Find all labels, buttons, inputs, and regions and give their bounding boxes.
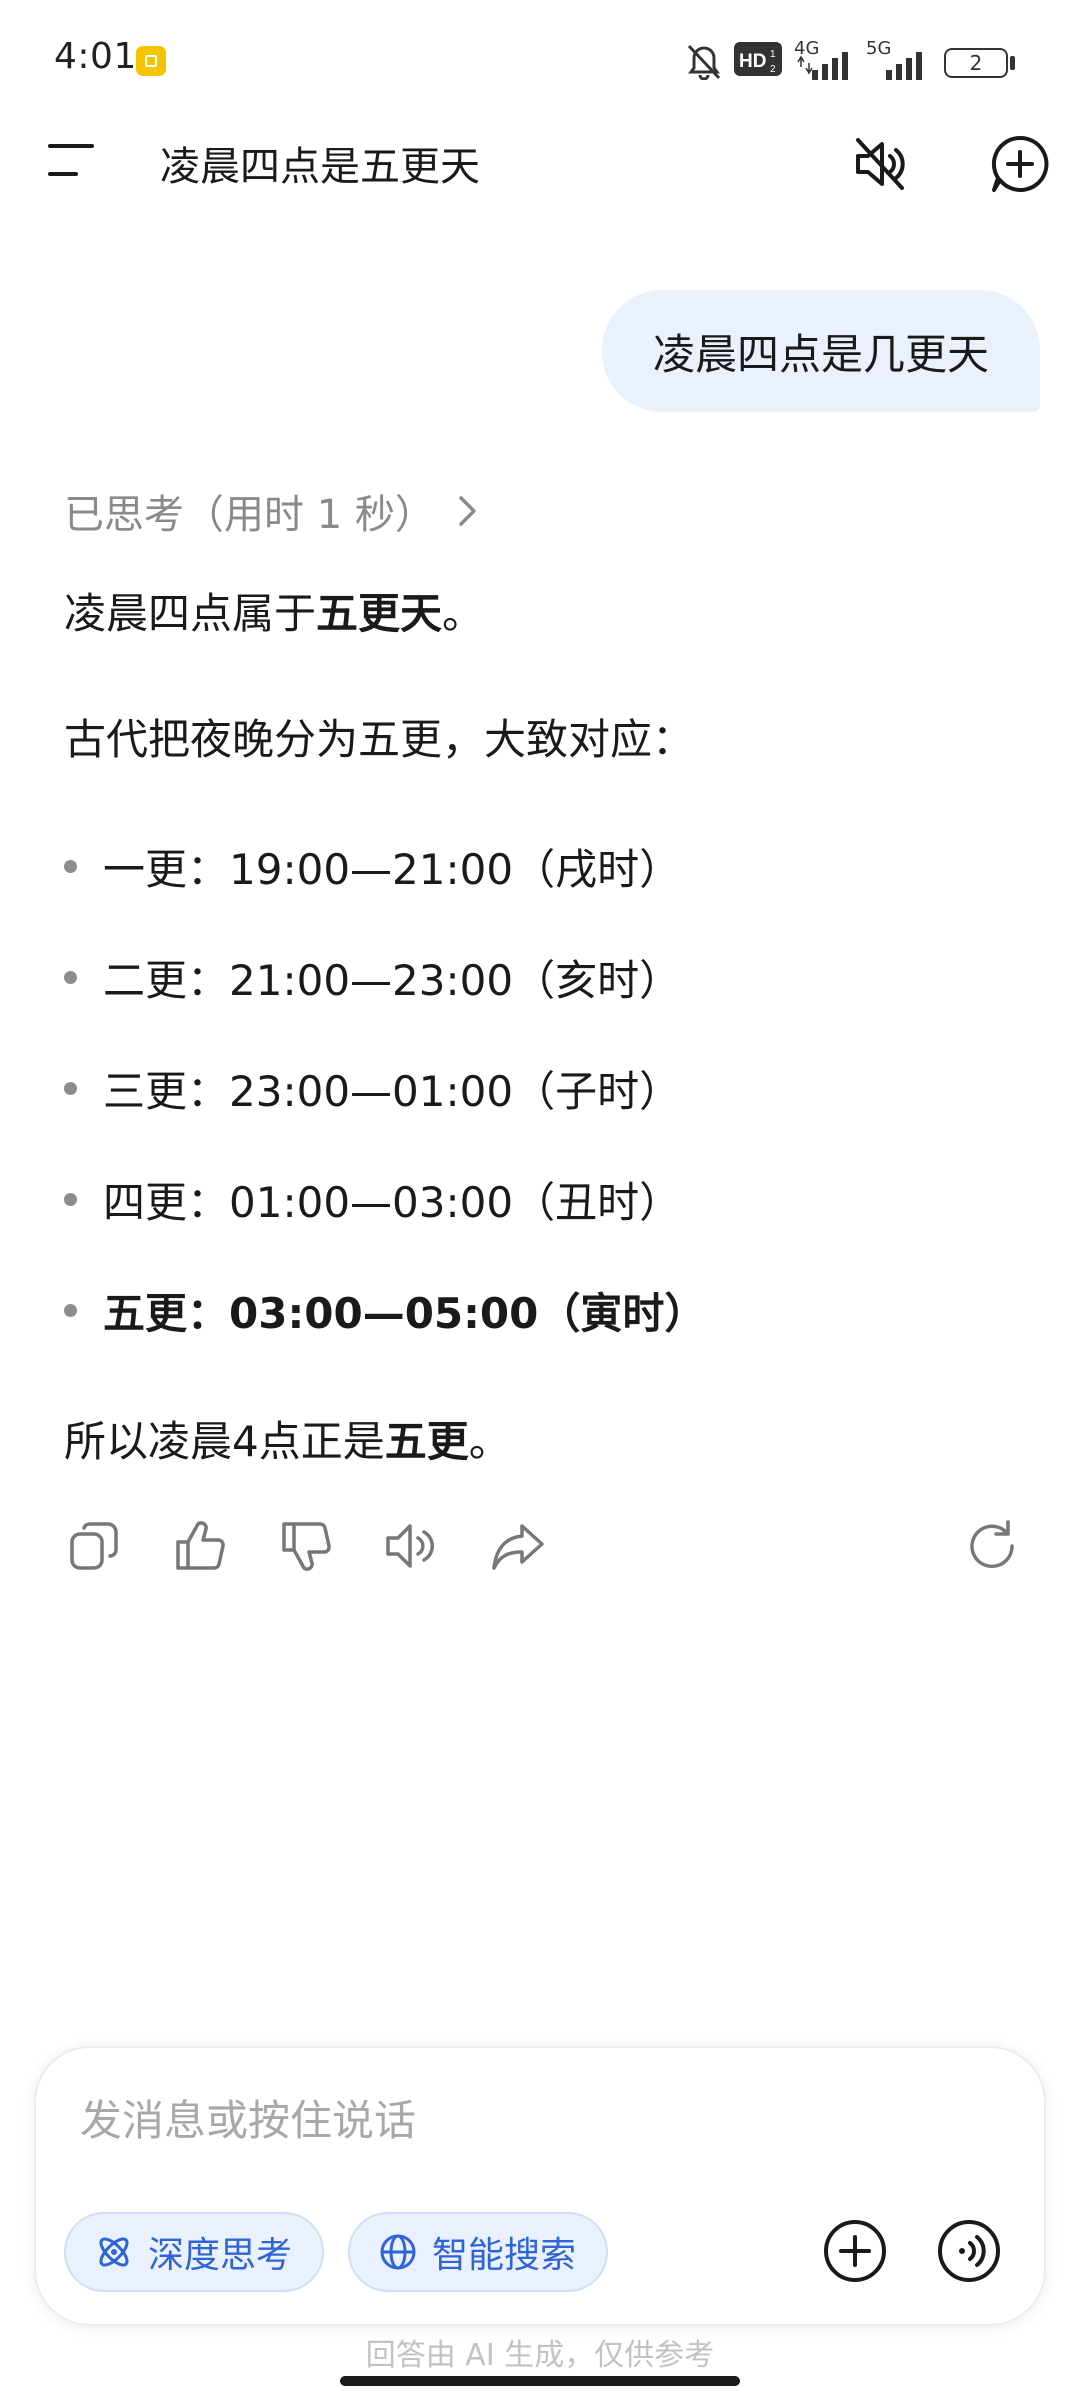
list-item: 二更：21:00—23:00（亥时） <box>64 947 681 1008</box>
new-chat-icon[interactable] <box>988 132 1052 196</box>
list-item: 一更：19:00—21:00（戌时） <box>64 836 681 897</box>
svg-text:HD: HD <box>739 51 766 72</box>
notification-badge-icon <box>136 46 166 76</box>
answer-intro-bold: 五更天 <box>316 589 443 638</box>
bullet-dot <box>64 971 77 984</box>
answer-conclusion-prefix: 所以凌晨4点正是 <box>64 1417 385 1466</box>
smart-search-label: 智能搜索 <box>432 2235 577 2276</box>
user-message-bubble[interactable]: 凌晨四点是几更天 <box>602 290 1040 412</box>
list-item-highlighted: 五更：03:00—05:00（寅时） <box>64 1280 706 1341</box>
speaker-icon[interactable] <box>382 1516 442 1576</box>
list-item-text: 三更：23:00—01:00（子时） <box>103 1067 682 1116</box>
atom-icon <box>99 2237 129 2267</box>
answer-intro-suffix: 。 <box>442 589 485 638</box>
answer-conclusion: 所以凌晨4点正是五更。 <box>64 1408 511 1469</box>
svg-text:1: 1 <box>770 49 776 60</box>
signal-icon-2 <box>880 50 932 80</box>
status-time: 4:01 <box>54 36 137 77</box>
bullet-dot <box>64 1082 77 1095</box>
battery-tip <box>1010 56 1015 70</box>
list-item-text: 一更：19:00—21:00（戌时） <box>103 845 682 894</box>
share-icon[interactable] <box>488 1516 548 1576</box>
answer-intro-prefix: 凌晨四点属于 <box>64 589 317 638</box>
bullet-dot <box>64 1193 77 1206</box>
voice-call-icon[interactable] <box>936 2218 1002 2284</box>
list-item-text: 五更：03:00—05:00（寅时） <box>103 1289 707 1338</box>
list-item: 三更：23:00—01:00（子时） <box>64 1058 681 1119</box>
answer-conclusion-bold: 五更 <box>384 1417 469 1466</box>
deep-think-label: 深度思考 <box>148 2235 293 2276</box>
thinking-toggle[interactable]: 已思考（用时 1 秒） <box>64 482 479 540</box>
home-indicator[interactable] <box>340 2376 740 2386</box>
regenerate-icon[interactable] <box>962 1516 1022 1576</box>
answer-paragraph: 古代把夜晚分为五更，大致对应： <box>64 715 695 764</box>
thumbs-up-icon[interactable] <box>170 1516 230 1576</box>
svg-text:2: 2 <box>770 64 776 75</box>
copy-icon[interactable] <box>64 1516 124 1576</box>
message-input[interactable] <box>78 2088 978 2152</box>
answer-conclusion-suffix: 。 <box>468 1417 511 1466</box>
list-item: 四更：01:00—03:00（丑时） <box>64 1169 681 1230</box>
answer-intro: 凌晨四点属于五更天。 <box>64 580 484 641</box>
chevron-right-icon <box>459 496 476 526</box>
mute-speaker-icon[interactable] <box>848 132 912 196</box>
bullet-dot <box>64 860 77 873</box>
ai-disclaimer: 回答由 AI 生成，仅供参考 <box>365 2338 715 2373</box>
hd-icon: HD 1 2 <box>734 42 782 76</box>
globe-icon <box>380 2234 416 2270</box>
thumbs-down-icon[interactable] <box>276 1516 336 1576</box>
battery-icon: 2 <box>944 48 1008 78</box>
list-item-text: 四更：01:00—03:00（丑时） <box>103 1178 682 1227</box>
menu-icon[interactable] <box>44 140 100 180</box>
bell-muted-icon <box>686 40 722 80</box>
bullet-dot <box>64 1304 77 1317</box>
add-attachment-icon[interactable] <box>822 2218 888 2284</box>
deep-think-button[interactable]: 深度思考 <box>64 2212 324 2292</box>
thinking-label: 已思考（用时 1 秒） <box>64 492 435 538</box>
battery-level: 2 <box>969 51 983 75</box>
page-title: 凌晨四点是五更天 <box>160 144 480 190</box>
signal-icon <box>796 50 858 80</box>
smart-search-button[interactable]: 智能搜索 <box>348 2212 608 2292</box>
user-message-text: 凌晨四点是几更天 <box>652 329 989 379</box>
list-item-text: 二更：21:00—23:00（亥时） <box>103 956 682 1005</box>
